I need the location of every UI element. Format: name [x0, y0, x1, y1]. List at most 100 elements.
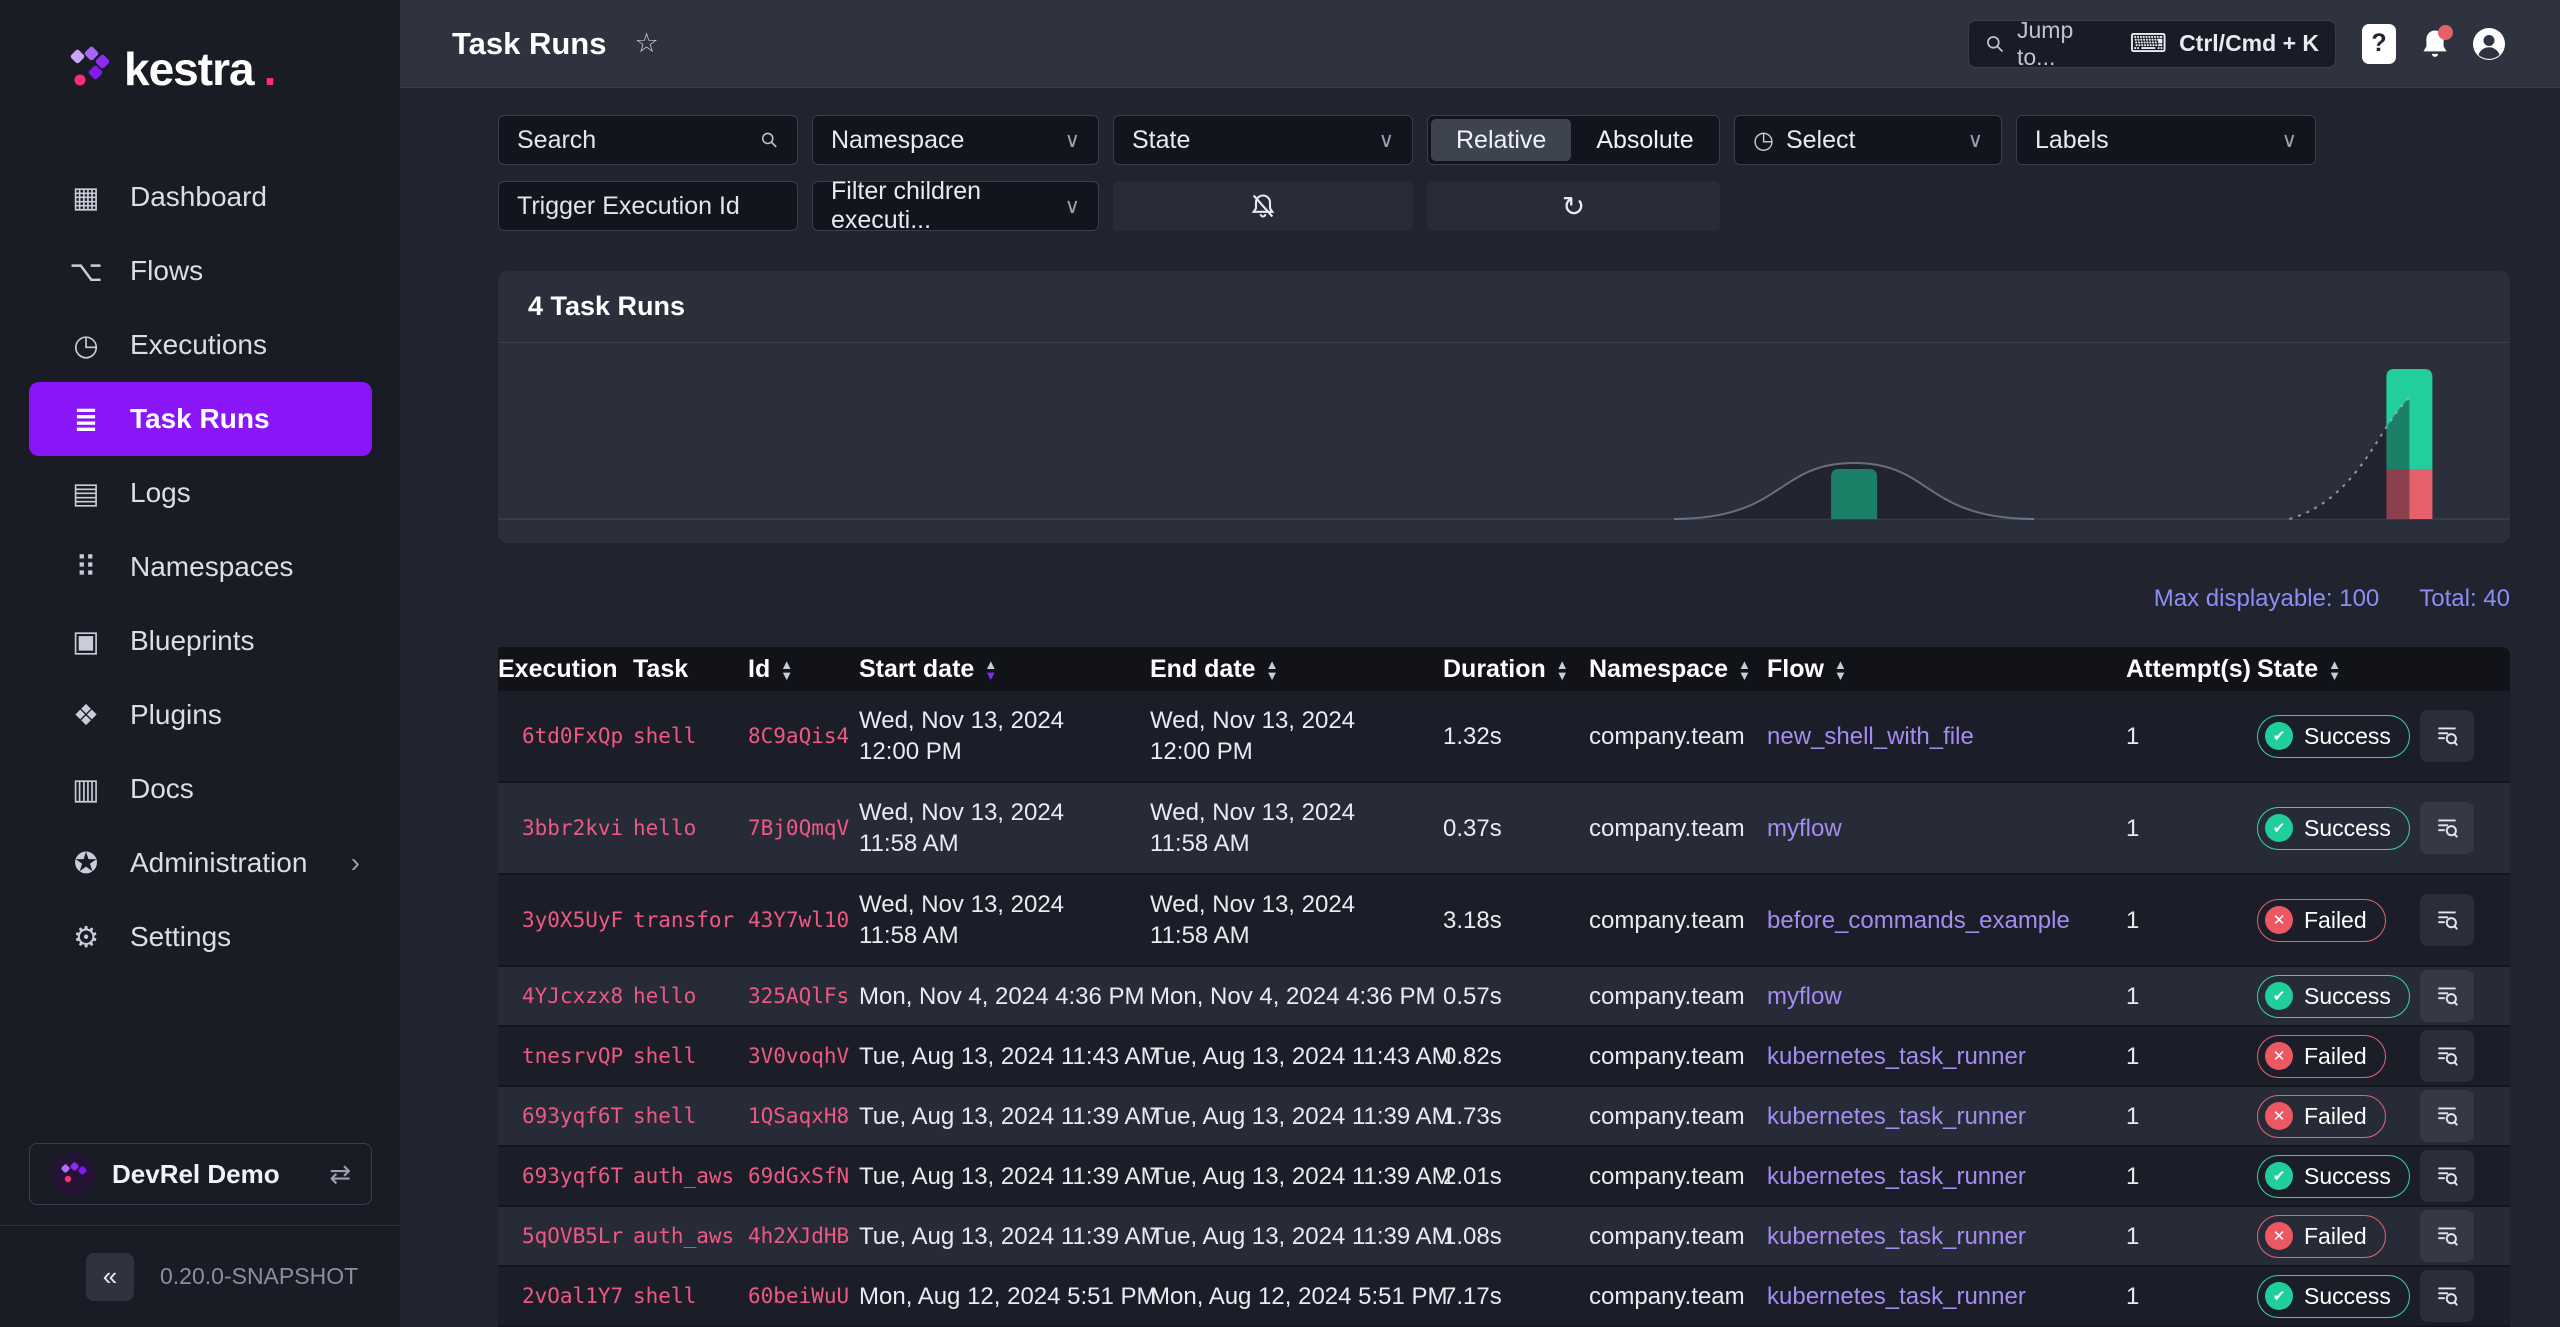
- task-logs-button[interactable]: [2420, 1210, 2474, 1262]
- flow-link[interactable]: kubernetes_task_runner: [1767, 1223, 2026, 1250]
- task-logs-button[interactable]: [2420, 1090, 2474, 1142]
- column-header[interactable]: End date ▲ ▼: [1150, 647, 1443, 691]
- sidebar-item-namespaces[interactable]: ⠿ Namespaces: [0, 530, 400, 604]
- sidebar-item-flows[interactable]: ⌥ Flows: [0, 234, 400, 308]
- column-header[interactable]: Execution▲▼: [498, 647, 633, 691]
- column-header[interactable]: Namespace ▲ ▼: [1589, 647, 1767, 691]
- executions-chart: [498, 343, 2510, 543]
- sidebar-item-task-runs[interactable]: ≣ Task Runs: [29, 382, 372, 456]
- flow-link[interactable]: kubernetes_task_runner: [1767, 1103, 2026, 1130]
- table-row[interactable]: 693yqf6T auth_aws 69dGxSfN Tue, Aug 13, …: [498, 1147, 2510, 1207]
- column-header[interactable]: State ▲ ▼: [2257, 647, 2420, 691]
- attempts-cell: 1: [2126, 783, 2257, 875]
- log-search-icon: [2438, 1167, 2459, 1186]
- state-dropdown[interactable]: State ∨: [1113, 115, 1413, 165]
- flow-link[interactable]: kubernetes_task_runner: [1767, 1163, 2026, 1190]
- flow-link[interactable]: kubernetes_task_runner: [1767, 1283, 2026, 1310]
- end-date-cell: Tue, Aug 13, 2024 11:39 AM: [1150, 1087, 1452, 1147]
- table-row[interactable]: tnesrvQP shell 3V0voqhV Tue, Aug 13, 202…: [498, 1027, 2510, 1087]
- search-field[interactable]: [498, 115, 798, 165]
- sort-icon: ▲ ▼: [1555, 656, 1569, 683]
- task-cell: auth_aws: [633, 1147, 748, 1207]
- task-logs-button[interactable]: [2420, 894, 2474, 946]
- table-row[interactable]: 2vOal1Y7 shell 60beiWuU Mon, Aug 12, 202…: [498, 1267, 2510, 1327]
- sidebar: kestra. ▦ Dashboard ⌥ Flows ◷ Executions…: [0, 0, 400, 1327]
- chevron-right-icon: ›: [350, 847, 360, 878]
- time-range-dropdown[interactable]: ◷ Select ∨: [1734, 115, 2002, 165]
- jump-to-search[interactable]: Jump to... ⌨ Ctrl/Cmd + K: [1968, 17, 2336, 70]
- table-row[interactable]: 6td0FxQp shell 8C9aQis4 Wed, Nov 13, 202…: [498, 691, 2510, 783]
- keyboard-icon: ⌨: [2129, 28, 2168, 58]
- filter-children-dropdown[interactable]: Filter children executi... ∨: [812, 177, 1099, 234]
- task-logs-button[interactable]: [2420, 970, 2474, 1022]
- sidebar-item-blueprints[interactable]: ▣ Blueprints: [0, 604, 400, 678]
- sidebar-item-docs[interactable]: ▥ Docs: [0, 752, 400, 826]
- mute-notifications-button[interactable]: [1113, 181, 1413, 231]
- table-row[interactable]: 3y0X5UyF transfor 43Y7wl10 Wed, Nov 13, …: [498, 875, 2510, 967]
- state-cell: ✔ Success: [2257, 1147, 2420, 1207]
- search-input[interactable]: [517, 125, 761, 155]
- execution-id-cell[interactable]: 3bbr2kvi: [498, 783, 633, 875]
- content: Namespace ∨ State ∨ Relative Absolute ◷ …: [400, 88, 2560, 1327]
- refresh-button[interactable]: ↻: [1427, 181, 1720, 231]
- tenant-switcher[interactable]: DevRel Demo ⇄: [29, 1143, 372, 1205]
- table-row[interactable]: 5qOVB5Lr auth_aws 4h2XJdHB Tue, Aug 13, …: [498, 1207, 2510, 1267]
- column-header[interactable]: ▲▼: [2420, 647, 2510, 691]
- table-row[interactable]: 3bbr2kvi hello 7Bj0QmqV Wed, Nov 13, 202…: [498, 783, 2510, 875]
- absolute-toggle[interactable]: Absolute: [1571, 119, 1718, 161]
- execution-id-cell[interactable]: 693yqf6T: [498, 1147, 633, 1207]
- help-button[interactable]: ?: [2362, 23, 2396, 64]
- flow-link[interactable]: before_commands_example: [1767, 907, 2070, 934]
- duration-cell: 1.73s: [1443, 1087, 1589, 1147]
- table-row[interactable]: 693yqf6T shell 1QSaqxH8 Tue, Aug 13, 202…: [498, 1087, 2510, 1147]
- labels-dropdown[interactable]: Labels ∨: [2016, 115, 2316, 165]
- relative-toggle[interactable]: Relative: [1431, 119, 1572, 161]
- execution-id-cell[interactable]: 5qOVB5Lr: [498, 1207, 633, 1267]
- state-cell: ✕ Failed: [2257, 1027, 2420, 1087]
- chart-title: 4 Task Runs: [498, 271, 2510, 343]
- execution-id-cell[interactable]: 2vOal1Y7: [498, 1267, 633, 1327]
- column-header[interactable]: Flow ▲ ▼: [1767, 647, 2126, 691]
- sidebar-item-administration[interactable]: ✪ Administration ›: [0, 826, 400, 900]
- column-header[interactable]: Attempt(s)▲▼: [2126, 647, 2257, 691]
- flow-link[interactable]: new_shell_with_file: [1767, 723, 1974, 750]
- sidebar-item-executions[interactable]: ◷ Executions: [0, 308, 400, 382]
- execution-id-cell[interactable]: 693yqf6T: [498, 1087, 633, 1147]
- sidebar-item-dashboard[interactable]: ▦ Dashboard: [0, 160, 400, 234]
- taskrun-id-cell: 8C9aQis4: [748, 691, 859, 783]
- trigger-execution-id-input[interactable]: [517, 191, 779, 221]
- user-avatar-icon[interactable]: [2472, 27, 2506, 61]
- task-logs-button[interactable]: [2420, 1150, 2474, 1202]
- task-runs-chart-card: 4 Task Runs: [498, 271, 2510, 543]
- flow-link[interactable]: myflow: [1767, 815, 1842, 842]
- column-header[interactable]: Id ▲ ▼: [748, 647, 859, 691]
- chevron-down-icon: ∨: [1378, 128, 1394, 152]
- table-row[interactable]: 4YJcxzx8 hello 325AQlFs Mon, Nov 4, 2024…: [498, 967, 2510, 1027]
- trigger-execution-id-field[interactable]: [498, 181, 798, 231]
- sidebar-item-settings[interactable]: ⚙ Settings: [0, 900, 400, 974]
- collapse-sidebar-button[interactable]: «: [86, 1252, 134, 1301]
- favorite-star-icon[interactable]: ☆: [634, 28, 658, 59]
- status-icon: ✕: [2265, 906, 2293, 934]
- kestra-logo[interactable]: kestra.: [0, 0, 400, 96]
- sidebar-item-plugins[interactable]: ❖ Plugins: [0, 678, 400, 752]
- sidebar-item-logs[interactable]: ▤ Logs: [0, 456, 400, 530]
- notifications-bell-icon[interactable]: [2420, 24, 2453, 60]
- flow-link[interactable]: myflow: [1767, 983, 1842, 1010]
- sidebar-item-label: Administration: [130, 847, 308, 878]
- namespace-dropdown[interactable]: Namespace ∨: [812, 115, 1099, 165]
- status-badge: ✕ Failed: [2257, 1214, 2386, 1258]
- task-logs-button[interactable]: [2420, 1030, 2474, 1082]
- task-logs-button[interactable]: [2420, 1270, 2474, 1322]
- flow-link[interactable]: kubernetes_task_runner: [1767, 1043, 2026, 1070]
- execution-id-cell[interactable]: 3y0X5UyF: [498, 875, 633, 967]
- column-header[interactable]: Task▲▼: [633, 647, 748, 691]
- actions-cell: [2420, 1267, 2510, 1327]
- task-logs-button[interactable]: [2420, 802, 2474, 854]
- column-header[interactable]: Start date ▲ ▼: [859, 647, 1150, 691]
- execution-id-cell[interactable]: 6td0FxQp: [498, 691, 633, 783]
- task-logs-button[interactable]: [2420, 710, 2474, 762]
- execution-id-cell[interactable]: tnesrvQP: [498, 1027, 633, 1087]
- execution-id-cell[interactable]: 4YJcxzx8: [498, 967, 633, 1027]
- column-header[interactable]: Duration ▲ ▼: [1443, 647, 1589, 691]
